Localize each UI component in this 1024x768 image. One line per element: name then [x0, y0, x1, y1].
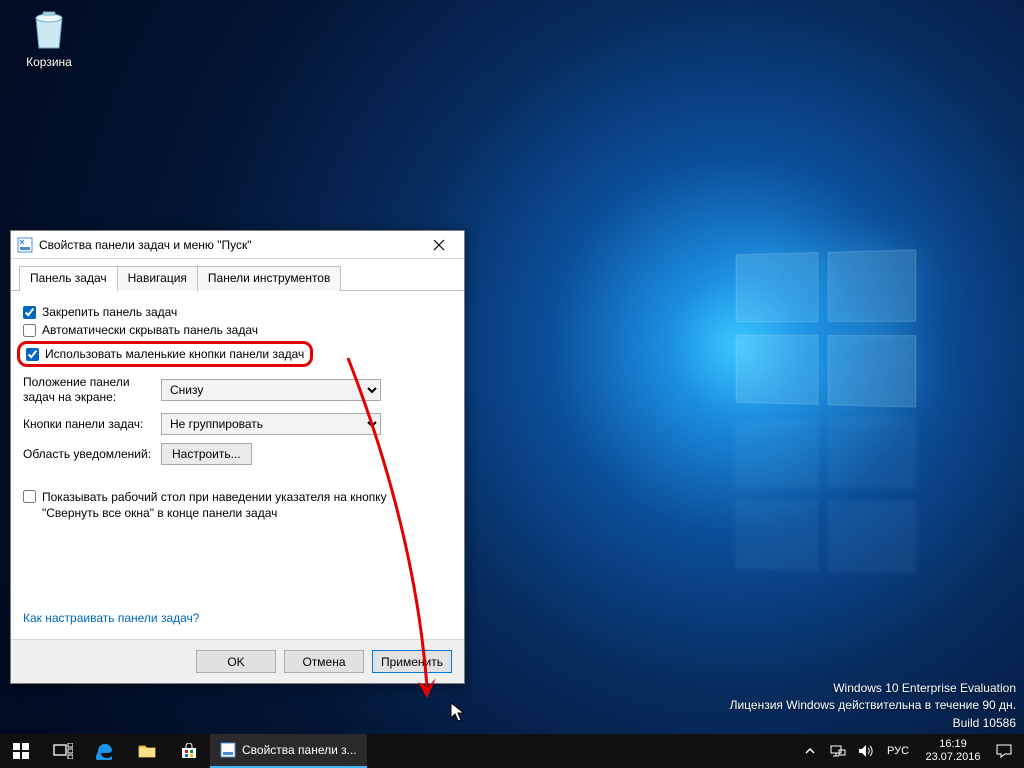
recycle-bin[interactable]: Корзина — [14, 6, 84, 69]
volume-icon — [858, 744, 874, 758]
checkbox-small-buttons-input[interactable] — [26, 348, 39, 361]
notify-label: Область уведомлений: — [23, 447, 153, 462]
desktop: Корзина Windows 10 Enterprise Evaluation… — [0, 0, 1024, 768]
checkbox-small-buttons[interactable]: Использовать маленькие кнопки панели зад… — [26, 347, 304, 361]
tray-overflow[interactable] — [796, 746, 824, 756]
checkbox-peek[interactable]: Показывать рабочий стол при наведении ук… — [23, 489, 433, 521]
checkbox-autohide-input[interactable] — [23, 324, 36, 337]
start-button[interactable] — [0, 734, 42, 768]
taskview-icon — [53, 743, 73, 759]
tab-taskbar[interactable]: Панель задач — [19, 266, 118, 291]
dialog-title: Свойства панели задач и меню "Пуск" — [39, 238, 418, 252]
store-button[interactable] — [168, 734, 210, 768]
wallpaper-windows-logo-reflection — [736, 413, 921, 573]
annotation-highlight: Использовать маленькие кнопки панели зад… — [17, 341, 313, 367]
taskview-button[interactable] — [42, 734, 84, 768]
taskbar-item-properties[interactable]: Свойства панели з... — [210, 734, 367, 768]
edge-button[interactable] — [84, 734, 126, 768]
checkbox-lock-taskbar-input[interactable] — [23, 306, 36, 319]
network-icon — [830, 744, 846, 758]
checkbox-autohide-label: Автоматически скрывать панель задач — [42, 323, 258, 337]
cancel-button[interactable]: Отмена — [284, 650, 364, 673]
tab-toolbars[interactable]: Панели инструментов — [197, 266, 341, 291]
folder-icon — [138, 743, 156, 759]
checkbox-peek-input[interactable] — [23, 490, 36, 503]
recycle-bin-icon — [26, 6, 72, 52]
notify-customize-button[interactable]: Настроить... — [161, 443, 252, 465]
checkbox-small-buttons-label: Использовать маленькие кнопки панели зад… — [45, 347, 304, 361]
cursor-icon — [450, 702, 466, 722]
tray-clock[interactable]: 16:19 23.07.2016 — [916, 738, 990, 764]
windows-watermark: Windows 10 Enterprise Evaluation Лицензи… — [730, 680, 1016, 732]
combine-label: Кнопки панели задач: — [23, 417, 153, 432]
close-button[interactable] — [418, 231, 460, 258]
edge-icon — [96, 742, 114, 760]
wallpaper-windows-logo — [736, 249, 921, 409]
dialog-button-bar: OK Отмена Применить — [11, 639, 464, 683]
taskbar-item-label: Свойства панели з... — [242, 743, 357, 757]
action-center-button[interactable] — [990, 744, 1018, 758]
chevron-up-icon — [805, 746, 815, 756]
checkbox-lock-taskbar-label: Закрепить панель задач — [42, 305, 177, 319]
watermark-license: Лицензия Windows действительна в течение… — [730, 697, 1016, 714]
taskbar-properties-dialog: Свойства панели задач и меню "Пуск" Пане… — [10, 230, 465, 684]
tab-navigation[interactable]: Навигация — [117, 266, 198, 291]
ok-button[interactable]: OK — [196, 650, 276, 673]
dialog-icon — [17, 237, 33, 253]
tab-panel-taskbar: Закрепить панель задач Автоматически скр… — [11, 291, 464, 639]
close-icon — [433, 239, 445, 251]
position-label: Положение панели задач на экране: — [23, 375, 153, 405]
combine-select[interactable]: Не группировать — [161, 413, 381, 435]
tab-strip: Панель задач Навигация Панели инструмент… — [11, 259, 464, 291]
position-select[interactable]: Снизу — [161, 379, 381, 401]
tray-language[interactable]: РУС — [880, 745, 916, 757]
watermark-build: Build 10586 — [730, 715, 1016, 732]
file-explorer-button[interactable] — [126, 734, 168, 768]
checkbox-peek-label: Показывать рабочий стол при наведении ук… — [42, 489, 433, 521]
watermark-edition: Windows 10 Enterprise Evaluation — [730, 680, 1016, 697]
recycle-bin-label: Корзина — [14, 55, 84, 69]
tray-time: 16:19 — [939, 738, 967, 751]
start-icon — [13, 743, 29, 759]
apply-button[interactable]: Применить — [372, 650, 452, 673]
action-center-icon — [996, 744, 1012, 758]
dialog-titlebar[interactable]: Свойства панели задач и меню "Пуск" — [11, 231, 464, 259]
store-icon — [180, 743, 198, 759]
tray-date: 23.07.2016 — [925, 751, 980, 764]
tray-volume[interactable] — [852, 744, 880, 758]
system-tray: РУС 16:19 23.07.2016 — [796, 734, 1024, 768]
taskbar: Свойства панели з... РУС 16:19 23.07.201… — [0, 734, 1024, 768]
tray-network[interactable] — [824, 744, 852, 758]
checkbox-lock-taskbar[interactable]: Закрепить панель задач — [23, 305, 177, 319]
taskbar-item-icon — [220, 742, 236, 758]
checkbox-autohide[interactable]: Автоматически скрывать панель задач — [23, 323, 258, 337]
help-link[interactable]: Как настраивать панели задач? — [23, 611, 199, 625]
